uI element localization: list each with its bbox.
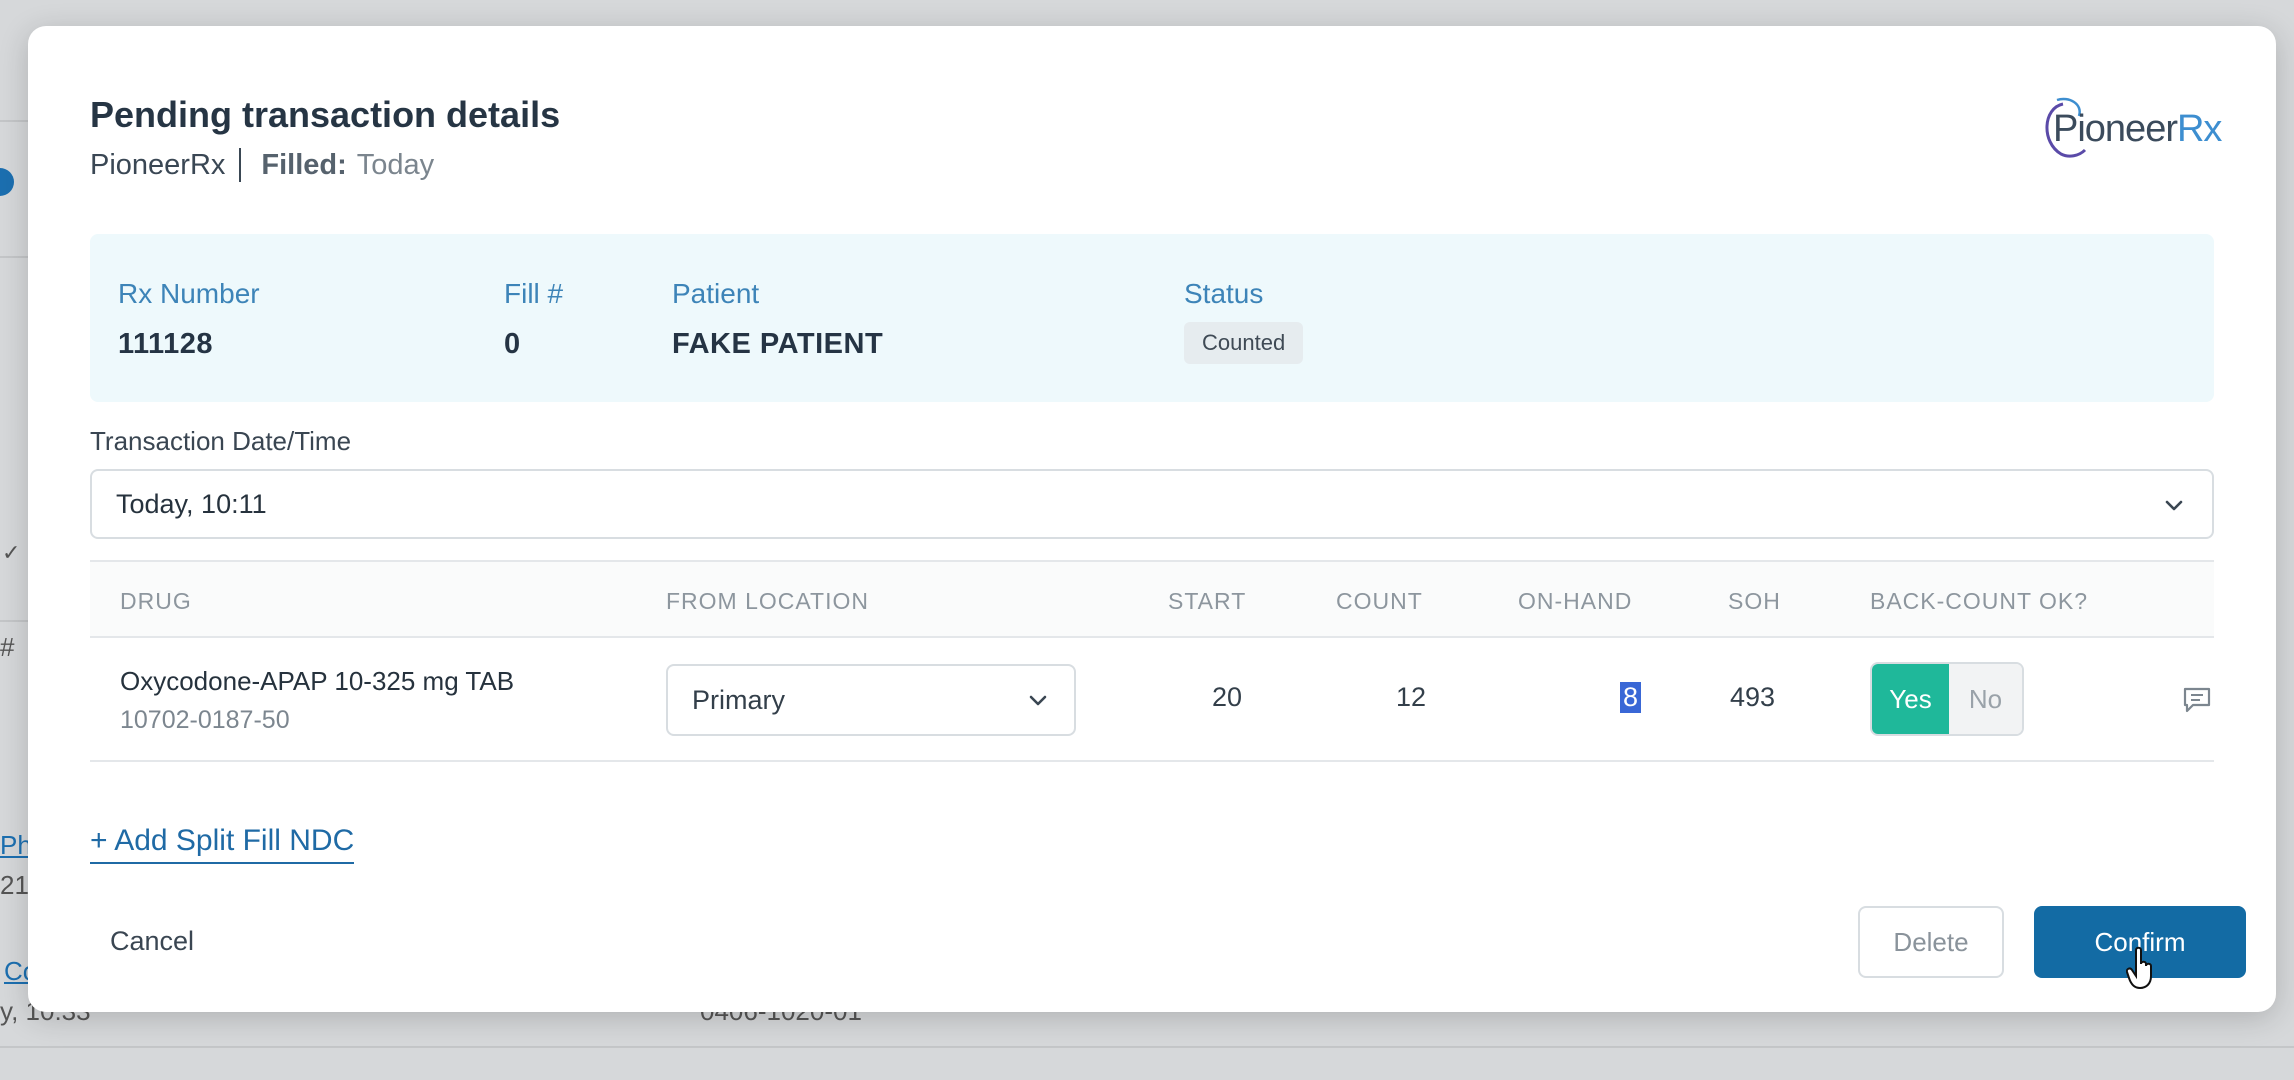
- header-start: START: [1168, 588, 1247, 614]
- drug-name: Oxycodone-APAP 10-325 mg TAB: [120, 666, 515, 696]
- header-from-location: FROM LOCATION: [666, 588, 869, 614]
- filled-label: Filled:: [261, 148, 347, 181]
- from-location-select[interactable]: Primary: [666, 664, 1076, 736]
- count-value: 12: [1396, 682, 1427, 712]
- pharmacy-name: PioneerRx: [90, 148, 226, 181]
- hand-cursor-icon: [2126, 946, 2152, 990]
- header-soh: SOH: [1728, 588, 1781, 614]
- back-count-no-button[interactable]: No: [1949, 664, 2022, 734]
- transaction-datetime-label: Transaction Date/Time: [90, 426, 352, 456]
- logo-text-main: Pioneer: [2053, 108, 2178, 150]
- start-value: 20: [1212, 682, 1243, 712]
- pending-transaction-modal: Pending transaction details PioneerRx Fi…: [28, 26, 2276, 1012]
- modal-subtitle: PioneerRx Filled: Today: [90, 148, 434, 182]
- rx-number-value: 111128: [118, 328, 213, 360]
- soh-value: 493: [1730, 682, 1776, 712]
- table-header: DRUG FROM LOCATION START COUNT ON-HAND S…: [90, 560, 2214, 638]
- table-row: Oxycodone-APAP 10-325 mg TAB 10702-0187-…: [90, 638, 2214, 762]
- header-on-hand: ON-HAND: [1518, 588, 1633, 614]
- pioneerrx-logo: PioneerRx: [2039, 96, 2222, 166]
- patient-value: FAKE PATIENT: [672, 328, 884, 360]
- rx-number-column: Rx Number 111128: [118, 278, 260, 361]
- rx-number-label: Rx Number: [118, 278, 260, 309]
- on-hand-input[interactable]: 8: [1620, 682, 1642, 713]
- header-count: COUNT: [1336, 588, 1423, 614]
- chevron-down-icon: [2165, 500, 2183, 511]
- status-column: Status Counted: [1184, 278, 1304, 364]
- filled-value: Today: [356, 148, 435, 181]
- add-split-fill-ndc-link[interactable]: + Add Split Fill NDC: [90, 824, 355, 864]
- transaction-datetime-select[interactable]: Today, 10:11: [90, 469, 2214, 539]
- delete-button[interactable]: Delete: [1858, 906, 2004, 978]
- modal-title: Pending transaction details: [90, 94, 561, 135]
- patient-label: Patient: [672, 278, 760, 309]
- back-count-yes-button[interactable]: Yes: [1872, 664, 1949, 734]
- fill-number-column: Fill # 0: [504, 278, 563, 361]
- background-check-icon: ✓: [2, 540, 21, 565]
- cancel-button[interactable]: Cancel: [110, 926, 194, 957]
- transaction-datetime-value: Today, 10:11: [116, 488, 267, 519]
- chevron-down-icon: [1029, 695, 1047, 706]
- header-drug: DRUG: [120, 588, 192, 614]
- fill-number-label: Fill #: [504, 278, 564, 309]
- logo-text-accent: Rx: [2176, 108, 2222, 150]
- status-badge: Counted: [1184, 322, 1304, 364]
- from-location-value: Primary: [692, 684, 785, 715]
- background-status-dot: [0, 168, 14, 196]
- fill-number-value: 0: [504, 328, 521, 360]
- status-label: Status: [1184, 278, 1264, 309]
- background-hash: #: [0, 632, 15, 662]
- comment-icon[interactable]: [2182, 686, 2212, 714]
- background-text-1: 21: [0, 870, 29, 900]
- rx-info-card: Rx Number 111128 Fill # 0 Patient FAKE P…: [90, 234, 2214, 402]
- subtitle-divider: [239, 148, 242, 182]
- drug-table: DRUG FROM LOCATION START COUNT ON-HAND S…: [90, 560, 2214, 762]
- back-count-toggle: Yes No: [1870, 662, 2024, 736]
- patient-column: Patient FAKE PATIENT: [672, 278, 883, 361]
- drug-ndc: 10702-0187-50: [120, 706, 290, 734]
- header-back-count: BACK-COUNT OK?: [1870, 588, 2089, 614]
